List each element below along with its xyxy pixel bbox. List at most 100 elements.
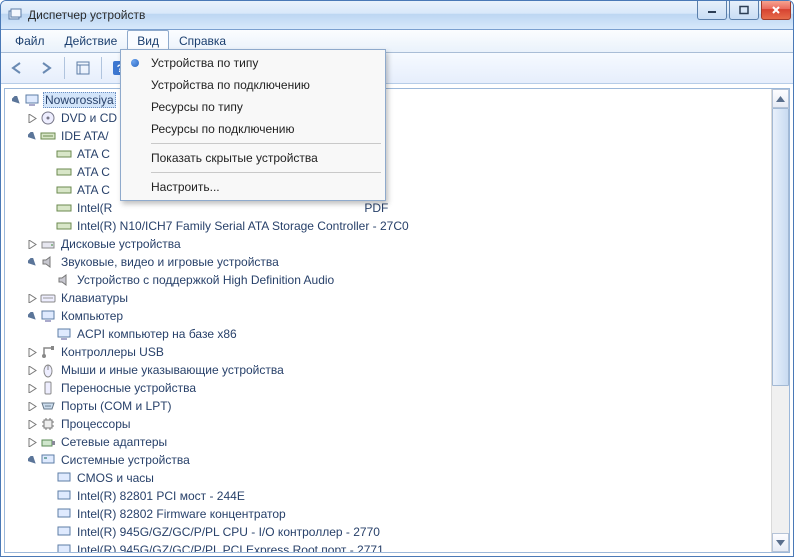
view-devices-by-type[interactable]: Устройства по типу [123, 52, 383, 74]
tree-root-label[interactable]: Noworossiya [43, 92, 116, 108]
tree-node-label[interactable]: Компьютер [59, 309, 125, 323]
menu-item-label: Настроить... [151, 180, 220, 194]
app-icon [7, 7, 23, 23]
tree-node-label[interactable]: Звуковые, видео и игровые устройства [59, 255, 281, 269]
tree-node-label[interactable]: CMOS и часы [75, 471, 156, 485]
forward-button[interactable] [33, 55, 59, 81]
menu-action[interactable]: Действие [55, 30, 128, 52]
maximize-button[interactable] [729, 1, 759, 20]
tree-node-label[interactable]: Intel(R) 945G/GZ/GC/P/PL PCI Express Roo… [75, 543, 386, 552]
view-resources-by-type[interactable]: Ресурсы по типу [123, 96, 383, 118]
tree-node-label[interactable]: Системные устройства [59, 453, 192, 467]
mouse-icon [40, 362, 56, 378]
ata-channel-icon [56, 146, 72, 162]
tree-node-label[interactable]: Intel(R) 82802 Firmware концентратор [75, 507, 288, 521]
tree-node-label[interactable]: Сетевые адаптеры [59, 435, 169, 449]
disk-drive-icon [40, 236, 56, 252]
system-device-icon [56, 506, 72, 522]
scroll-up-button[interactable] [772, 89, 789, 108]
tree-node-label[interactable]: ATA C [75, 183, 112, 197]
expand-icon[interactable] [25, 291, 39, 305]
expand-icon[interactable] [25, 345, 39, 359]
computer-icon [40, 308, 56, 324]
view-show-hidden-devices[interactable]: Показать скрытые устройства [123, 147, 383, 169]
minimize-button[interactable] [697, 1, 727, 20]
ata-channel-icon [56, 218, 72, 234]
menu-item-label: Устройства по подключению [151, 78, 310, 92]
system-device-icon [40, 452, 56, 468]
expand-icon[interactable] [25, 381, 39, 395]
menu-item-label: Устройства по типу [151, 56, 258, 70]
ide-controller-icon [40, 128, 56, 144]
tree-node-label[interactable]: Intel(R) 82801 PCI мост - 244E [75, 489, 247, 503]
ata-channel-icon [56, 164, 72, 180]
tree-node-label[interactable]: Переносные устройства [59, 381, 198, 395]
expand-icon[interactable] [25, 237, 39, 251]
menu-item-label: Ресурсы по типу [151, 100, 243, 114]
expand-icon[interactable] [25, 399, 39, 413]
toolbar-separator [64, 57, 65, 79]
selected-bullet-icon [131, 59, 139, 67]
view-customize[interactable]: Настроить... [123, 176, 383, 198]
system-device-icon [56, 488, 72, 504]
collapse-icon[interactable] [25, 129, 39, 143]
tree-node-label[interactable]: Intel(R) N10/ICH7 Family Serial ATA Stor… [75, 219, 411, 233]
vertical-scrollbar[interactable] [771, 89, 789, 552]
view-dropdown-menu: Устройства по типу Устройства по подключ… [120, 49, 386, 201]
dvd-drive-icon [40, 110, 56, 126]
tree-node-label[interactable]: Порты (COM и LPT) [59, 399, 174, 413]
close-button[interactable] [761, 1, 791, 20]
expand-icon[interactable] [25, 417, 39, 431]
tree-node-label[interactable]: ACPI компьютер на базе x86 [75, 327, 239, 341]
system-device-icon [56, 524, 72, 540]
tree-node-label[interactable]: Клавиатуры [59, 291, 130, 305]
tree-node-label[interactable]: Процессоры [59, 417, 133, 431]
menu-separator [151, 143, 381, 144]
scroll-down-button[interactable] [772, 533, 789, 552]
titlebar: Диспетчер устройств [1, 1, 793, 30]
view-devices-by-connection[interactable]: Устройства по подключению [123, 74, 383, 96]
tree-node-label[interactable]: Дисковые устройства [59, 237, 183, 251]
keyboard-icon [40, 290, 56, 306]
collapse-icon[interactable] [25, 453, 39, 467]
expand-icon[interactable] [25, 111, 39, 125]
menu-item-label: Ресурсы по подключению [151, 122, 294, 136]
speaker-icon [56, 272, 72, 288]
system-device-icon [56, 470, 72, 486]
show-hide-tree-button[interactable] [70, 55, 96, 81]
tree-node-label[interactable]: ATA C [75, 165, 112, 179]
tree-node-label[interactable]: Intel(R [75, 201, 114, 215]
ata-channel-icon [56, 200, 72, 216]
expand-icon[interactable] [25, 435, 39, 449]
tree-node-label[interactable]: ATA C [75, 147, 112, 161]
computer-icon [24, 92, 40, 108]
cpu-icon [40, 416, 56, 432]
view-resources-by-connection[interactable]: Ресурсы по подключению [123, 118, 383, 140]
back-button[interactable] [5, 55, 31, 81]
speaker-icon [40, 254, 56, 270]
menu-separator [151, 172, 381, 173]
scrollbar-track[interactable] [772, 108, 789, 533]
collapse-icon[interactable] [25, 255, 39, 269]
toolbar-separator [101, 57, 102, 79]
tree-node-label[interactable]: Intel(R) 945G/GZ/GC/P/PL CPU - I/O контр… [75, 525, 382, 539]
ata-channel-icon [56, 182, 72, 198]
tree-node-label[interactable]: DVD и CD [59, 111, 119, 125]
system-device-icon [56, 542, 72, 552]
tree-node-label[interactable]: Устройство с поддержкой High Definition … [75, 273, 336, 287]
tree-node-label[interactable]: Мыши и иные указывающие устройства [59, 363, 286, 377]
collapse-icon[interactable] [25, 309, 39, 323]
scrollbar-thumb[interactable] [772, 108, 789, 386]
device-manager-window: Диспетчер устройств Файл Действие Вид Сп… [0, 0, 794, 557]
portable-device-icon [40, 380, 56, 396]
menu-item-label: Показать скрытые устройства [151, 151, 318, 165]
tree-node-label[interactable]: IDE ATA/ [59, 129, 111, 143]
expand-icon[interactable] [25, 363, 39, 377]
menu-file[interactable]: Файл [5, 30, 55, 52]
expand-icon[interactable] [9, 93, 23, 107]
tree-node-label-partial: PDF [362, 201, 390, 215]
usb-icon [40, 344, 56, 360]
port-icon [40, 398, 56, 414]
tree-node-label[interactable]: Контроллеры USB [59, 345, 166, 359]
computer-icon [56, 326, 72, 342]
